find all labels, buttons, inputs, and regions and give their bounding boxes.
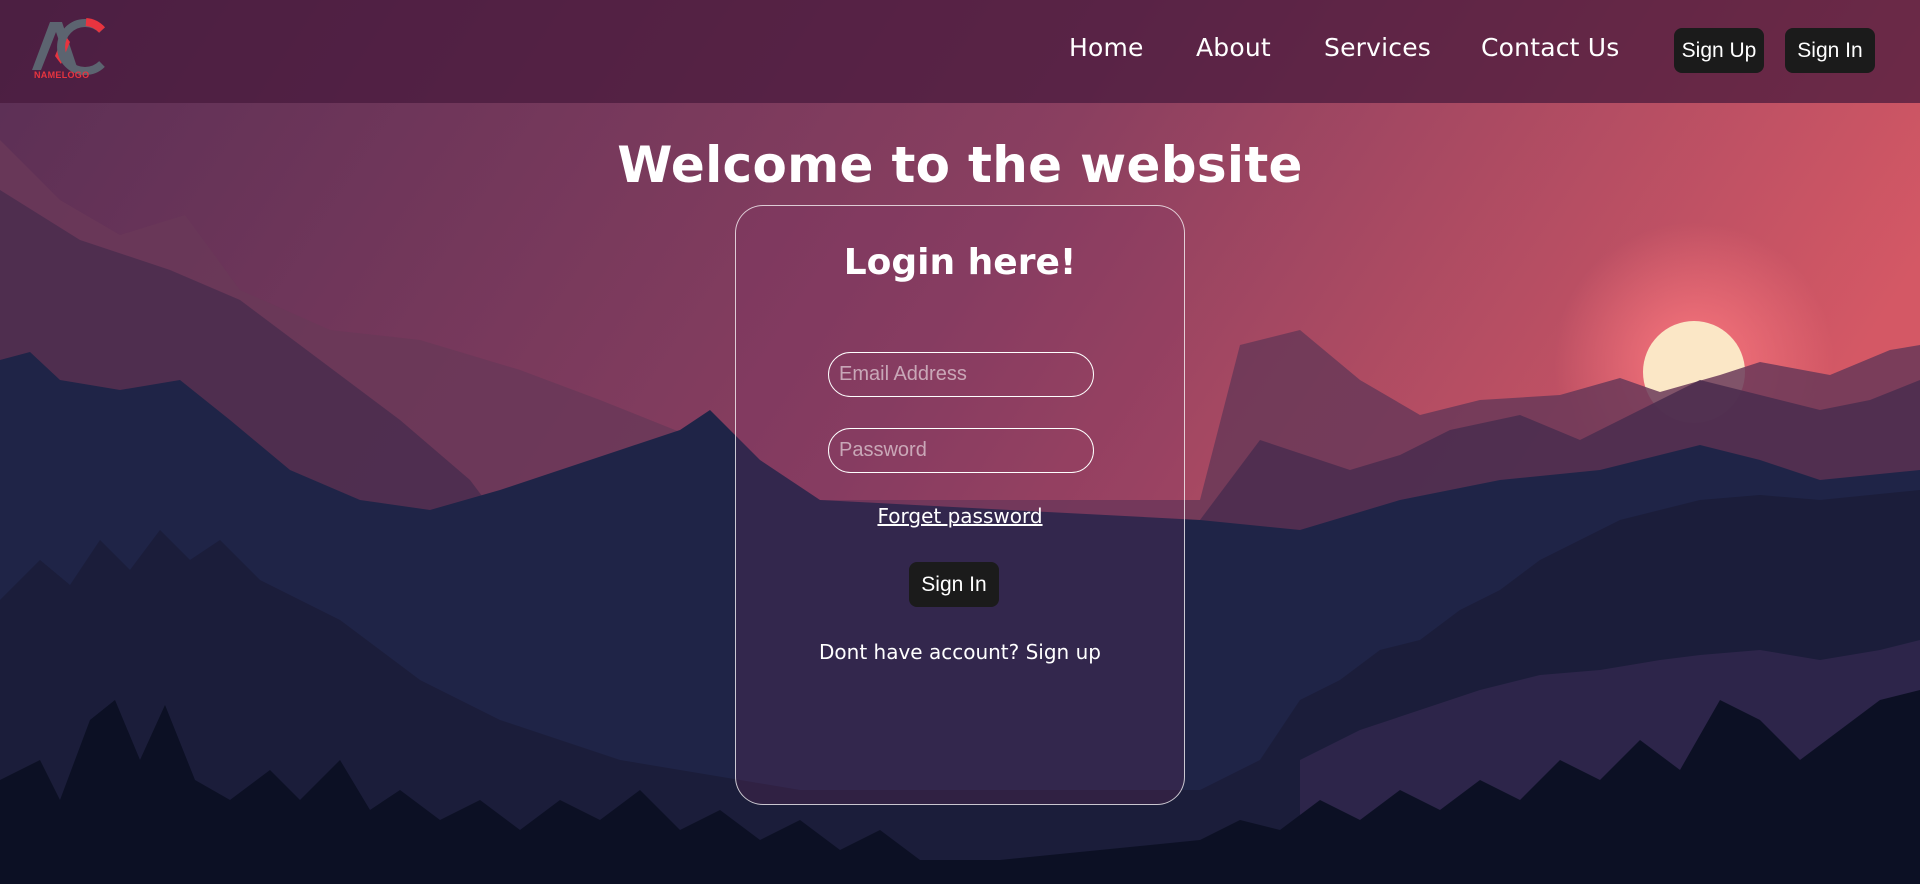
login-signin-button[interactable]: Sign In: [909, 562, 999, 607]
forget-password-link[interactable]: Forget password: [736, 504, 1184, 528]
top-navbar: NAMELOGO Home About Services Contact Us …: [0, 0, 1920, 103]
page-title: Welcome to the website: [617, 136, 1303, 194]
signup-link[interactable]: Sign up: [1026, 640, 1101, 664]
login-title: Login here!: [843, 242, 1077, 283]
login-card: Login here! Forget password Sign In Dont…: [735, 205, 1185, 805]
nav-link-home[interactable]: Home: [1069, 30, 1144, 70]
nav-link-about[interactable]: About: [1196, 30, 1271, 70]
nav-link-services[interactable]: Services: [1324, 30, 1431, 70]
password-input[interactable]: [828, 428, 1094, 473]
signup-button[interactable]: Sign Up: [1674, 28, 1764, 73]
email-input[interactable]: [828, 352, 1094, 397]
nav-link-contact-us[interactable]: Contact Us: [1481, 30, 1620, 70]
logo-caption: NAMELOGO: [34, 70, 90, 80]
signup-prompt: Dont have account? Sign up: [736, 640, 1184, 664]
signin-button[interactable]: Sign In: [1785, 28, 1875, 73]
no-account-text: Dont have account?: [819, 640, 1020, 664]
